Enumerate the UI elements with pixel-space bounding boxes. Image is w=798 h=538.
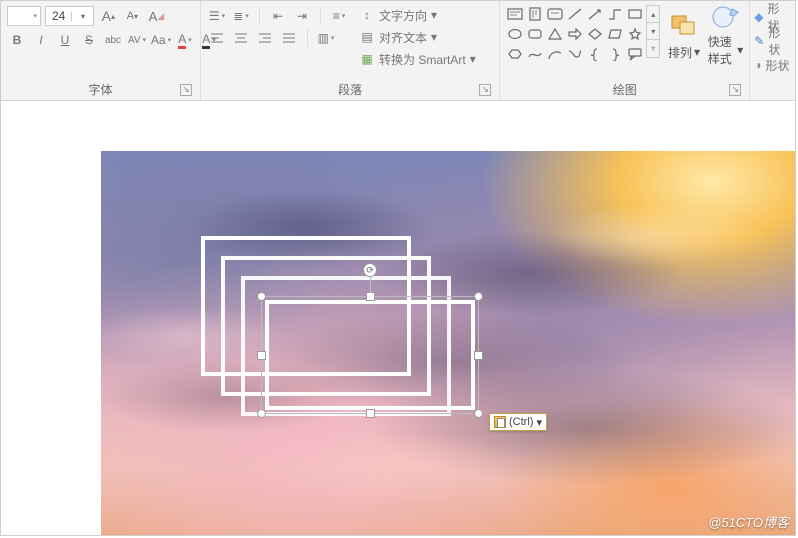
shape-line-icon[interactable] xyxy=(566,5,584,23)
char-spacing-button[interactable]: AV▾ xyxy=(127,30,147,50)
paste-options-button[interactable]: (Ctrl) ▾ xyxy=(489,413,547,431)
slide-canvas[interactable]: ⟳ (Ctrl) ▾ @51CTO博客 xyxy=(101,151,795,535)
gallery-more-icon[interactable]: ▿ xyxy=(647,40,659,57)
shrink-font-button[interactable]: A▾ xyxy=(122,6,142,26)
shape-star-icon[interactable] xyxy=(626,25,644,43)
shape-brace-right-icon[interactable] xyxy=(606,45,624,63)
shape-callout-icon[interactable] xyxy=(626,45,644,63)
shape-effects-button[interactable]: ◑形状 xyxy=(754,55,791,75)
shape-oval-icon[interactable] xyxy=(506,25,524,43)
clear-format-button[interactable]: A◢ xyxy=(146,6,166,26)
text-direction-button[interactable]: ↕文字方向▾ xyxy=(359,5,476,25)
decrease-indent-button[interactable]: ⇤ xyxy=(268,6,288,26)
group-label-font: 字体 ↘ xyxy=(7,79,194,98)
bullets-button[interactable]: ☰▾ xyxy=(207,6,227,26)
shape-curve-icon[interactable] xyxy=(566,45,584,63)
justify-button[interactable] xyxy=(279,28,299,48)
italic-button[interactable]: I xyxy=(31,30,51,50)
shapes-gallery[interactable]: ▴ ▾ ▿ xyxy=(506,5,660,63)
gallery-up-icon[interactable]: ▴ xyxy=(647,6,659,23)
font-family-dropdown[interactable]: ▾ xyxy=(7,6,41,26)
resize-handle-nw[interactable] xyxy=(257,292,266,301)
arrange-icon xyxy=(668,10,700,42)
rotation-stem xyxy=(370,277,371,293)
shape-textbox-h-icon[interactable] xyxy=(506,5,524,23)
draw-dialog-launcher[interactable]: ↘ xyxy=(729,84,741,96)
font-size-combo[interactable]: 24 ▾ xyxy=(45,6,94,26)
columns-button[interactable]: ▥▾ xyxy=(316,28,336,48)
font-size-dropdown[interactable]: ▾ xyxy=(71,12,93,21)
numbering-button[interactable]: ≣▾ xyxy=(231,6,251,26)
bucket-icon: ◆ xyxy=(754,10,763,24)
shape-diamond-icon[interactable] xyxy=(586,25,604,43)
gallery-down-icon[interactable]: ▾ xyxy=(647,23,659,40)
increase-indent-button[interactable]: ⇥ xyxy=(292,6,312,26)
quick-styles-button[interactable]: 快速样式▾ xyxy=(708,5,744,65)
document-area: ⟳ (Ctrl) ▾ @51CTO博客 xyxy=(1,101,795,535)
shapes-gallery-scroll[interactable]: ▴ ▾ ▿ xyxy=(646,5,660,58)
shape-rounded-textbox-icon[interactable] xyxy=(546,5,564,23)
text-shadow-button[interactable]: abc xyxy=(103,30,123,50)
pen-icon: ✎ xyxy=(754,34,764,48)
underline-button[interactable]: U xyxy=(55,30,75,50)
convert-smartart-button[interactable]: ▦转换为 SmartArt▾ xyxy=(359,49,476,69)
ribbon: ▾ 24 ▾ A▴ A▾ A◢ B I U S abc AV▾ Aa▾ A▾ A… xyxy=(1,1,795,101)
group-label-draw: 绘图 ↘ xyxy=(506,79,743,98)
shape-connector-icon[interactable] xyxy=(606,5,624,23)
resize-handle-sw[interactable] xyxy=(257,409,266,418)
resize-handle-e[interactable] xyxy=(474,351,483,360)
effects-icon: ◑ xyxy=(754,58,761,72)
group-draw: ▴ ▾ ▿ 排列▾ 快速样式▾ 绘图 ↘ xyxy=(500,1,750,100)
arrange-button[interactable]: 排列▾ xyxy=(666,5,702,65)
font-dialog-launcher[interactable]: ↘ xyxy=(180,84,192,96)
strikethrough-button[interactable]: S xyxy=(79,30,99,50)
shape-freeform-icon[interactable] xyxy=(526,45,544,63)
resize-handle-s[interactable] xyxy=(366,409,375,418)
group-label-paragraph: 段落 ↘ xyxy=(207,79,493,98)
align-left-button[interactable] xyxy=(207,28,227,48)
shape-triangle-icon[interactable] xyxy=(546,25,564,43)
resize-handle-ne[interactable] xyxy=(474,292,483,301)
shape-arrow-line-icon[interactable] xyxy=(586,5,604,23)
group-font: ▾ 24 ▾ A▴ A▾ A◢ B I U S abc AV▾ Aa▾ A▾ A… xyxy=(1,1,201,100)
resize-handle-w[interactable] xyxy=(257,351,266,360)
bold-button[interactable]: B xyxy=(7,30,27,50)
shape-textbox-v-icon[interactable] xyxy=(526,5,544,23)
rotation-handle[interactable]: ⟳ xyxy=(363,263,377,277)
resize-handle-se[interactable] xyxy=(474,409,483,418)
shape-right-arrow-icon[interactable] xyxy=(566,25,584,43)
clipboard-icon xyxy=(494,416,506,428)
paste-options-dropdown-icon: ▾ xyxy=(536,416,542,429)
grow-font-button[interactable]: A▴ xyxy=(98,6,118,26)
font-color-button[interactable]: A▾ xyxy=(175,30,195,50)
shape-parallelogram-icon[interactable] xyxy=(606,25,624,43)
shape-brace-left-icon[interactable] xyxy=(586,45,604,63)
paragraph-dialog-launcher[interactable]: ↘ xyxy=(479,84,491,96)
align-right-button[interactable] xyxy=(255,28,275,48)
shape-hexagon-icon[interactable] xyxy=(506,45,524,63)
selection-bounding-box[interactable]: ⟳ xyxy=(261,296,479,414)
paste-options-label: (Ctrl) xyxy=(509,416,533,428)
shape-rectangle-icon[interactable] xyxy=(626,5,644,23)
align-text-button[interactable]: ▤对齐文本▾ xyxy=(359,27,476,47)
shape-arc-icon[interactable] xyxy=(546,45,564,63)
line-spacing-button[interactable]: ≡▾ xyxy=(329,6,349,26)
group-paragraph: ☰▾ ≣▾ ⇤ ⇥ ≡▾ ▥▾ ↕文字方向▾ xyxy=(201,1,500,100)
align-center-button[interactable] xyxy=(231,28,251,48)
font-size-value: 24 xyxy=(46,9,71,23)
pasted-shape-4-selected[interactable] xyxy=(265,300,475,410)
shape-outline-button[interactable]: ✎形状 xyxy=(754,31,791,51)
quick-styles-icon xyxy=(710,3,742,31)
change-case-button[interactable]: Aa▾ xyxy=(151,30,171,50)
watermark-text: @51CTO博客 xyxy=(708,512,789,531)
resize-handle-n[interactable] xyxy=(366,292,375,301)
group-shape-styles-partial: ◆形状 ✎形状 ◑形状 xyxy=(750,1,795,100)
shape-rounded-rect-icon[interactable] xyxy=(526,25,544,43)
